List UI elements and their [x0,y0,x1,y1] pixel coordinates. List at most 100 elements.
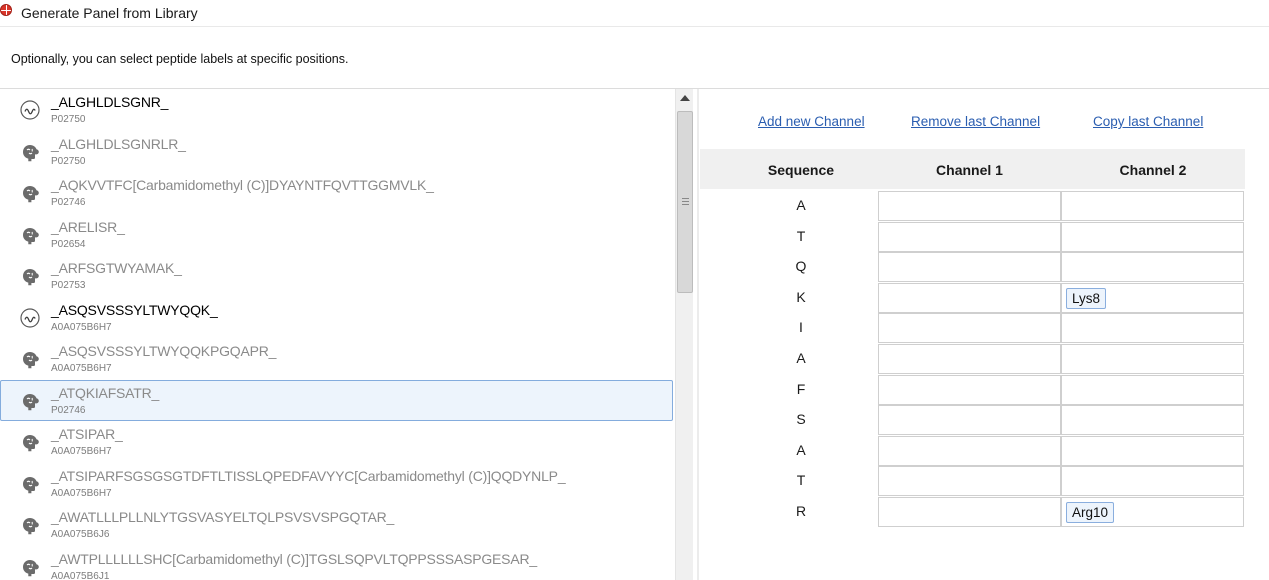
chart-line-icon [19,307,41,329]
brain-icon [19,348,41,370]
protein-accession: A0A075B6H7 [51,446,112,457]
brain-icon [19,556,41,578]
channel-1-label-cell[interactable] [878,252,1061,283]
protein-accession: P02746 [51,197,86,208]
window-title: Generate Panel from Library [21,5,198,21]
scroll-thumb[interactable] [677,111,693,293]
channel-1-label-cell[interactable] [878,435,1061,466]
sequence-residue: K [796,288,806,305]
peptide-sequence: _ATSIPARFSGSGSGTDFTLTISSLQPEDFAVYYC[Carb… [51,467,566,484]
channel-grid-header: Sequence Channel 1 Channel 2 [700,149,1245,189]
protein-accession: A0A075B6J1 [51,570,110,580]
column-header-sequence: Sequence [767,162,835,178]
channel-2-label-cell[interactable]: Arg10 [1061,497,1244,527]
library-row[interactable]: _ASQSVSSSYLTWYQQK_ A0A075B6H7 [0,297,673,338]
brain-icon [19,182,41,204]
channel-1-label-cell[interactable] [878,466,1061,497]
brain-icon [19,265,41,287]
protein-accession: A0A075B6H7 [51,363,112,374]
library-scrollbar[interactable] [675,89,693,580]
peptide-sequence: _ATQKIAFSATR_ [51,384,160,401]
protein-accession: P02746 [51,404,86,416]
protein-accession: A0A075B6H7 [51,487,112,499]
label-tag[interactable]: Lys8 [1066,287,1107,309]
channel-1-label-cell[interactable] [878,221,1061,252]
sequence-residue: S [796,411,806,428]
instructions-text: Optionally, you can select peptide label… [11,52,349,66]
peptide-sequence: _ARELISR_ [51,218,125,235]
brain-icon [19,390,41,412]
library-row[interactable]: _AQKVVTFC[Carbamidomethyl (C)]DYAYNTFQVT… [0,172,673,213]
channel-1-label-cell[interactable] [878,374,1061,405]
channel-2-label-cell[interactable] [1061,344,1244,374]
title-bar: Generate Panel from Library [0,0,1269,27]
channel-1-label-cell[interactable] [878,344,1061,374]
protein-accession: P02654 [51,238,86,250]
peptide-sequence: _ALGHLDLSGNR_ [51,94,169,110]
channel-2-label-cell[interactable] [1061,252,1244,283]
peptide-sequence: _ASQSVSSSYLTWYQQK_ [51,301,218,318]
brain-icon [19,473,41,495]
brain-icon [19,141,41,163]
channel-1-label-cell[interactable] [878,405,1061,436]
sequence-residue: T [796,472,806,489]
app-icon [0,4,12,16]
channel-1-label-cell[interactable] [878,191,1061,221]
library-row[interactable]: _AWTPLLLLLLSHC[Carbamidomethyl (C)]TGSLS… [0,546,673,580]
copy-channel-link[interactable]: Copy last Channel [1093,114,1203,129]
column-header-channel-1: Channel 1 [936,162,1003,178]
channel-editor-panel: Add new Channel Remove last Channel Copy… [700,89,1269,580]
sequence-residue: Q [795,258,807,275]
library-row[interactable]: _ATSIPAR_ A0A075B6H7 [0,421,673,462]
brain-icon [19,224,41,246]
sequence-residue: A [796,197,806,213]
channel-1-label-cell[interactable] [878,497,1061,527]
channel-2-label-cell[interactable] [1061,435,1244,466]
protein-accession: A0A075B6H7 [51,321,112,333]
channel-2-label-cell[interactable] [1061,374,1244,405]
peptide-sequence: _ATSIPAR_ [51,426,123,442]
peptide-library-list[interactable]: _ALGHLDLSGNR_ P02750 _ALGHLDLSGNRLR_ P02750… [0,89,675,580]
library-row[interactable]: _ATSIPARFSGSGSGTDFTLTISSLQPEDFAVYYC[Carb… [0,463,673,504]
scroll-up-arrow-icon[interactable] [680,95,690,101]
protein-accession: P02753 [51,280,86,291]
channel-2-label-cell[interactable] [1061,313,1244,344]
library-row[interactable]: _ALGHLDLSGNRLR_ P02750 [0,131,673,172]
protein-accession: P02750 [51,155,86,167]
sequence-residue: I [799,319,803,336]
peptide-sequence: _AWATLLLPLLNLYTGSVASYELTQLPSVSVSPGQTAR_ [51,509,395,525]
channel-2-label-cell[interactable] [1061,466,1244,497]
sequence-residue: F [796,380,806,397]
library-row[interactable]: _AWATLLLPLLNLYTGSVASYELTQLPSVSVSPGQTAR_ A… [0,504,673,545]
sequence-residue: R [795,503,807,519]
label-tag[interactable]: Arg10 [1066,502,1115,523]
protein-accession: P02750 [51,114,86,125]
channel-1-label-cell[interactable] [878,282,1061,313]
peptide-sequence: _ALGHLDLSGNRLR_ [51,135,186,152]
library-row[interactable]: _ARFSGTWYAMAK_ P02753 [0,255,673,296]
channel-1-label-cell[interactable] [878,313,1061,344]
peptide-sequence: _AWTPLLLLLLSHC[Carbamidomethyl (C)]TGSLS… [51,550,537,567]
sequence-residue: T [796,227,806,244]
sequence-residue: A [796,441,806,458]
column-header-channel-2: Channel 2 [1119,162,1187,178]
channel-2-label-cell[interactable] [1061,405,1244,436]
brain-icon [19,514,41,536]
library-row[interactable]: _ARELISR_ P02654 [0,214,673,255]
remove-channel-link[interactable]: Remove last Channel [911,114,1040,129]
sequence-residue: A [796,350,806,366]
library-row[interactable]: _ASQSVSSSYLTWYQQKPGQAPR_ A0A075B6H7 [0,338,673,379]
panel-splitter[interactable] [697,89,699,580]
protein-accession: A0A075B6J6 [51,529,110,540]
library-row[interactable]: _ATQKIAFSATR_ P02746 [0,379,673,421]
library-row[interactable]: _ALGHLDLSGNR_ P02750 [0,89,673,130]
channel-2-label-cell[interactable] [1061,191,1244,221]
chart-line-icon [19,99,41,121]
brain-icon [19,431,41,453]
peptide-sequence: _ASQSVSSSYLTWYQQKPGQAPR_ [51,343,277,359]
add-channel-link[interactable]: Add new Channel [758,114,865,129]
peptide-sequence: _AQKVVTFC[Carbamidomethyl (C)]DYAYNTFQVT… [51,177,434,193]
channel-2-label-cell[interactable]: Lys8 [1061,282,1244,313]
peptide-sequence: _ARFSGTWYAMAK_ [51,260,182,276]
channel-2-label-cell[interactable] [1061,221,1244,252]
